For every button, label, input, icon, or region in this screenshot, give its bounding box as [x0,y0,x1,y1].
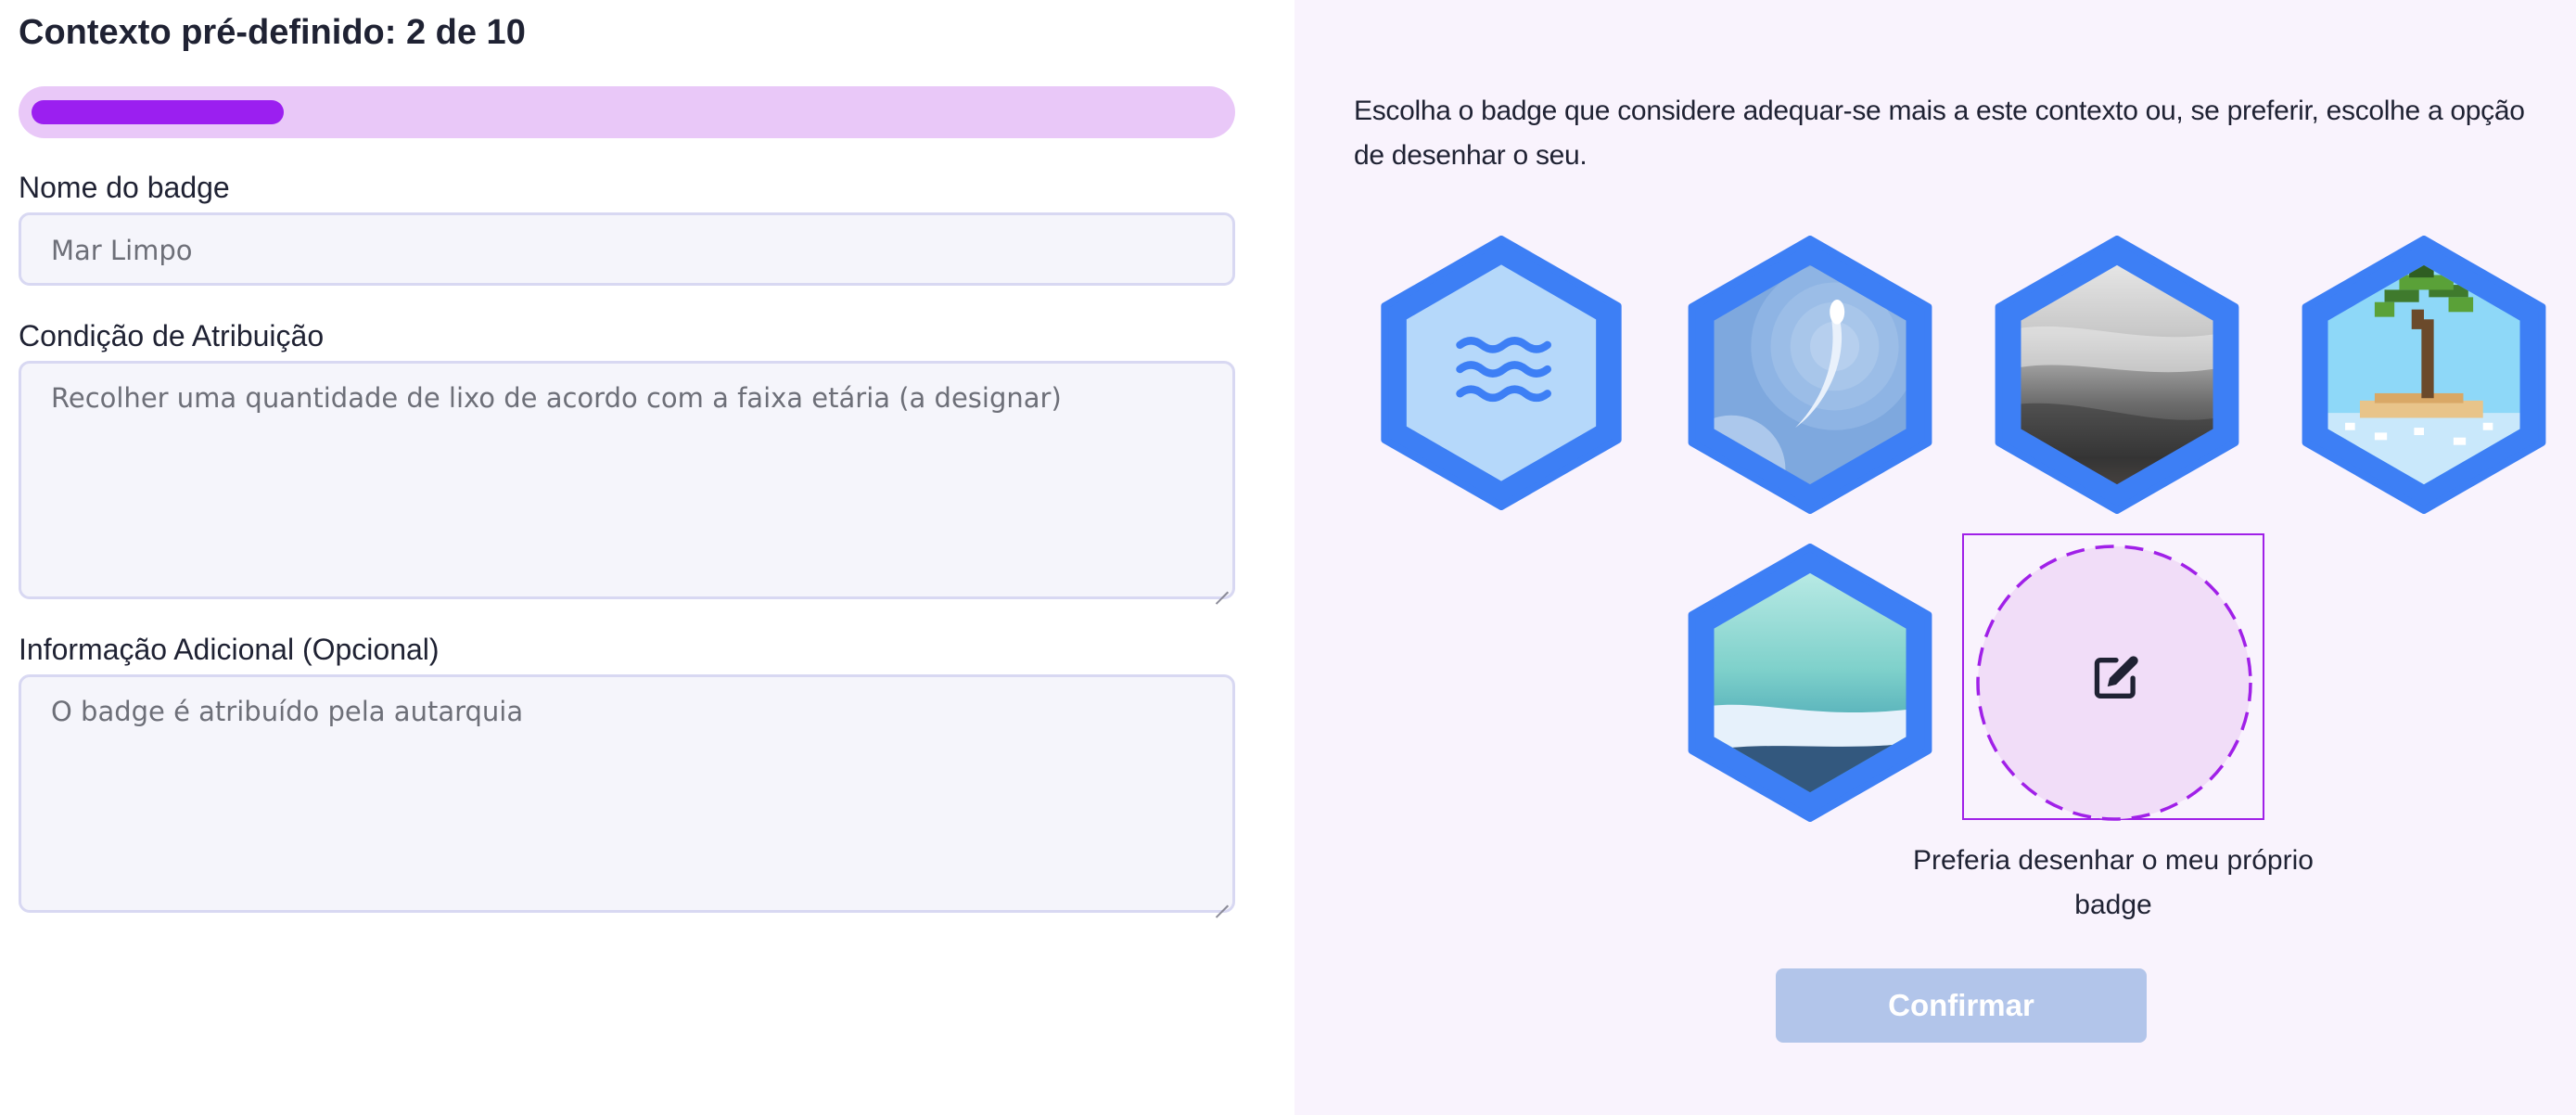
page-title: Contexto pré-definido: 2 de 10 [19,13,526,52]
grey-sand-image [1995,236,2239,514]
progress-bar [19,86,1235,138]
resize-handle-icon[interactable] [1216,893,1229,906]
beach-shore-image [1688,544,1932,822]
progress-bar-fill [32,100,284,124]
badge-name-placeholder: Mar Limpo [51,235,193,266]
edit-icon [2094,656,2138,698]
additional-info-placeholder: O badge é atribuído pela autarquia [51,696,524,727]
badge-name-label: Nome do badge [19,171,230,204]
badge-option-waves[interactable] [1380,236,1623,510]
waves-icon [1381,236,1622,510]
badge-option-palm-island[interactable] [2298,236,2550,514]
confirm-button[interactable]: Confirmar [1776,968,2147,1043]
badge-picker-panel: Escolha o badge que considere adequar-se… [1294,0,2576,1115]
additional-info-label: Informação Adicional (Opcional) [19,633,440,666]
badge-picker-instructions: Escolha o badge que considere adequar-se… [1354,96,2525,171]
condition-textarea[interactable]: Recolher uma quantidade de lixo de acord… [19,361,1235,599]
draw-own-badge-label: Preferia desenhar o meu próprio badge [1913,845,2314,920]
draw-own-badge-option[interactable] [1962,533,2264,821]
swirl-image [1688,236,1932,514]
badge-option-beach-shore[interactable] [1684,544,1936,822]
palm-island-icon [2302,236,2546,514]
badge-name-input[interactable]: Mar Limpo [19,212,1235,286]
badge-form-panel: Contexto pré-definido: 2 de 10 Nome do b… [0,0,1294,1115]
badge-option-swirl[interactable] [1684,236,1936,514]
badge-option-grey-sand[interactable] [1991,236,2243,514]
additional-info-textarea[interactable]: O badge é atribuído pela autarquia [19,674,1235,913]
resize-handle-icon[interactable] [1216,580,1229,593]
condition-label: Condição de Atribuição [19,319,325,352]
condition-placeholder: Recolher uma quantidade de lixo de acord… [51,382,1062,414]
